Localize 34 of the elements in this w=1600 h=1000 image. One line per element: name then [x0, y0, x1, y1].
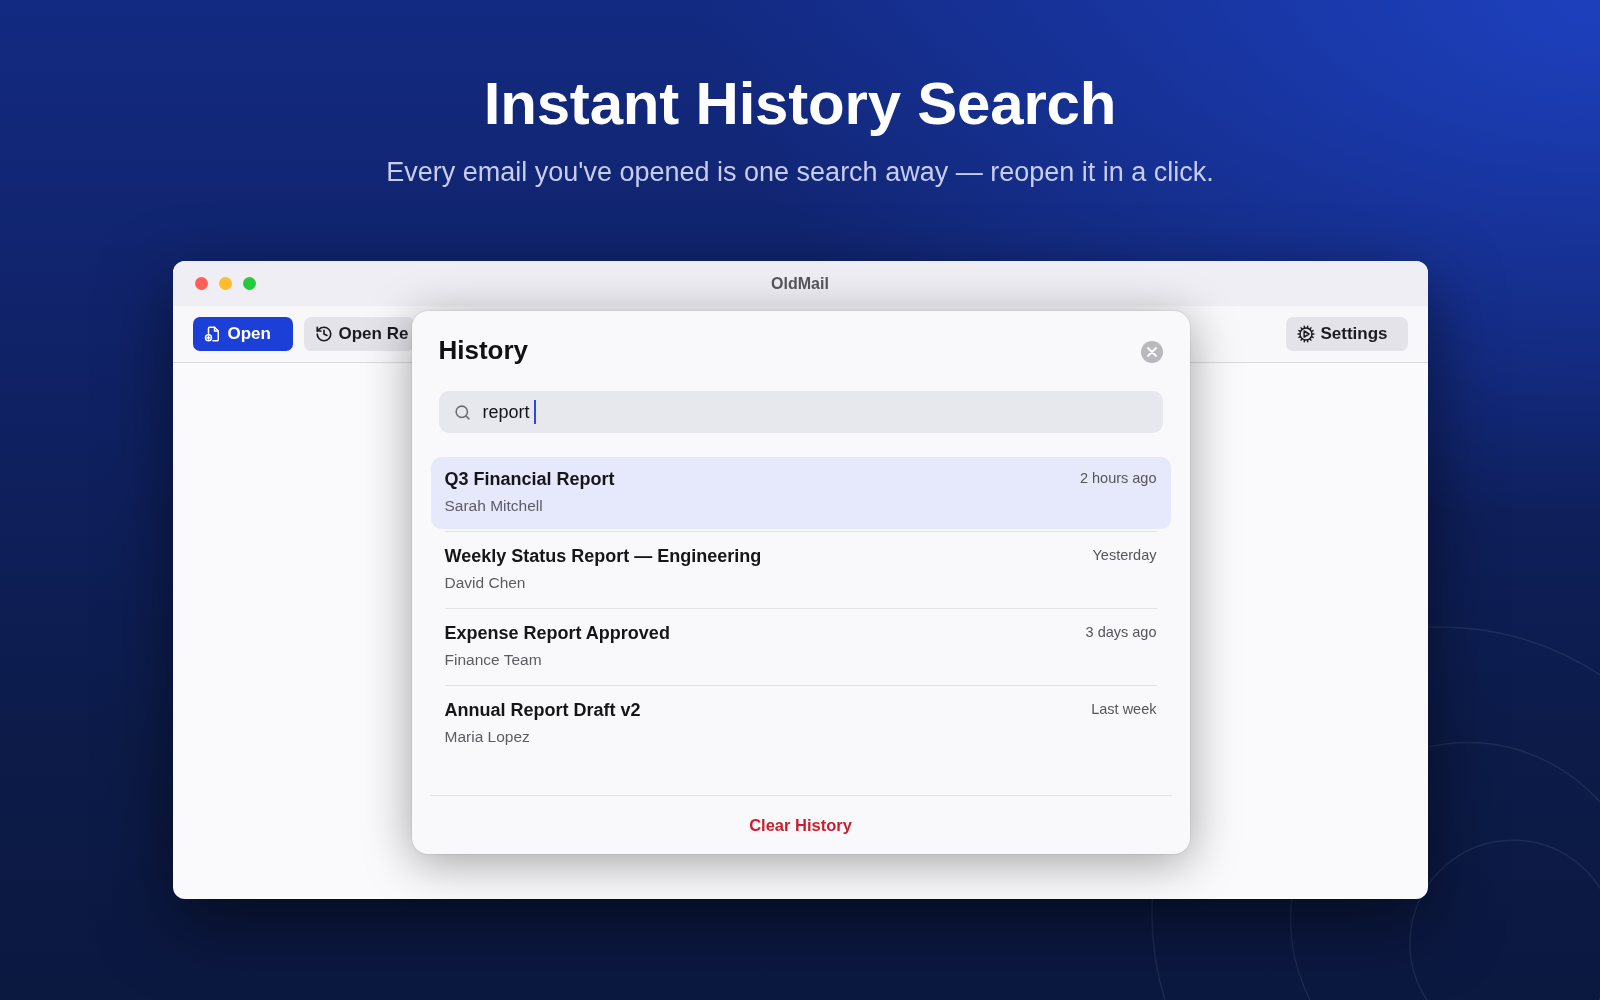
history-icon [314, 325, 333, 343]
window-minimize-button[interactable] [218, 277, 232, 290]
history-item[interactable]: Expense Report Approved 3 days ago Finance Team [430, 611, 1171, 683]
email-time: 3 days ago [1085, 623, 1157, 641]
gear-icon [1296, 325, 1315, 343]
file-plus-icon [203, 325, 222, 343]
search-icon [453, 403, 471, 421]
email-sender: Sarah Mitchell [444, 496, 543, 516]
hero-subtitle: Every email you've opened is one search away — reopen it in a click. [386, 156, 1214, 189]
close-icon [1146, 347, 1157, 357]
clear-history-button[interactable]: Clear History [745, 813, 856, 837]
history-item[interactable]: Annual Report Draft v2 Last week Maria Lopez [430, 688, 1171, 760]
email-subject: Expense Report Approved [444, 622, 670, 644]
email-sender: Finance Team [444, 650, 542, 670]
history-item[interactable]: Weekly Status Report — Engineering Yesterday David Chen [430, 534, 1171, 606]
email-sender: David Chen [444, 573, 526, 593]
email-subject: Weekly Status Report — Engineering [444, 545, 762, 567]
search-field[interactable]: report [438, 391, 1163, 433]
email-time: 2 hours ago [1079, 469, 1157, 487]
email-time: Yesterday [1092, 546, 1157, 564]
open-button[interactable]: Open [192, 317, 293, 351]
email-sender: Maria Lopez [444, 727, 530, 747]
email-time: Last week [1091, 700, 1157, 718]
close-button[interactable] [1140, 341, 1163, 363]
window-close-button[interactable] [194, 277, 208, 290]
window-title: OldMail [771, 274, 829, 293]
email-subject: Q3 Financial Report [444, 468, 615, 490]
open-recent-button[interactable]: Open Re [303, 317, 414, 351]
history-item[interactable]: Q3 Financial Report 2 hours ago Sarah Mitchell [430, 457, 1171, 529]
dialog-title: History [438, 334, 529, 367]
window-zoom-button[interactable] [242, 277, 256, 290]
settings-button[interactable]: Settings [1285, 317, 1408, 351]
email-subject: Annual Report Draft v2 [444, 699, 641, 721]
hero-title: Instant History Search [483, 69, 1117, 139]
